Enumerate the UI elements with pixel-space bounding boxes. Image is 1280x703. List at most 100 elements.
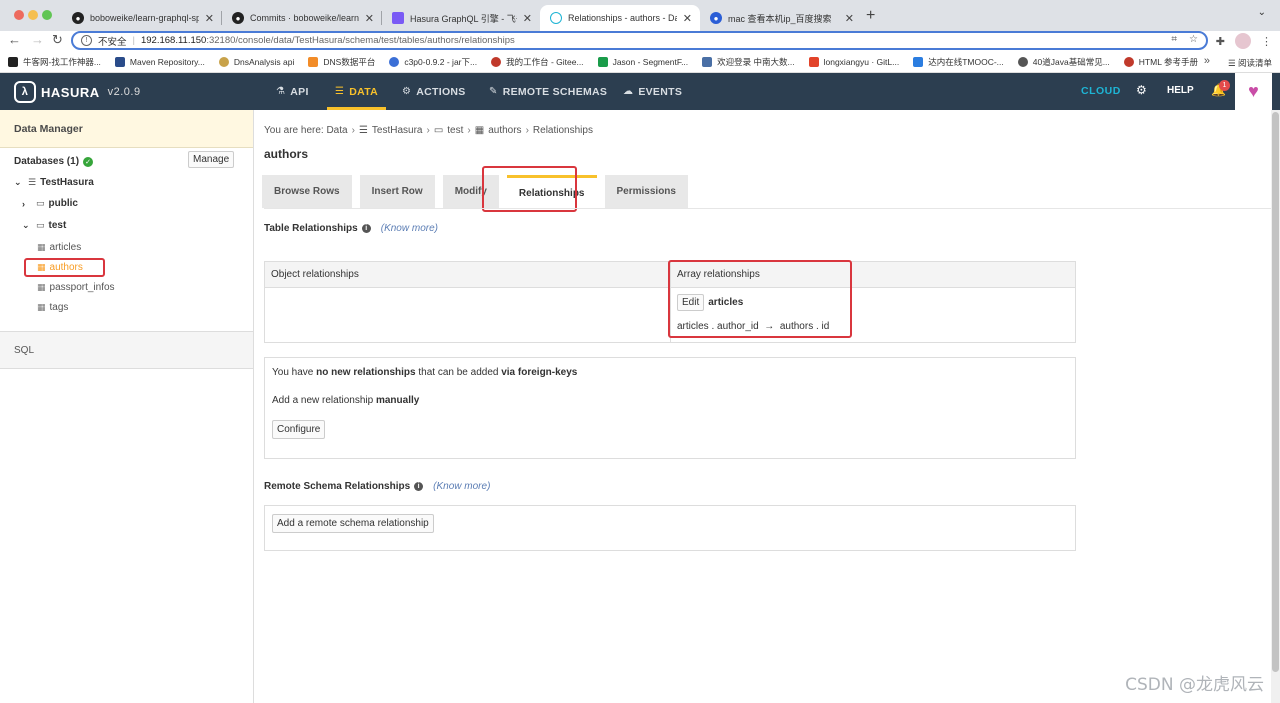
nav-remote-schemas[interactable]: ✎ REMOTE SCHEMAS: [489, 73, 607, 110]
bookmark[interactable]: longxiangyu · GitL...: [808, 56, 899, 67]
nav-actions[interactable]: ⚙ ACTIONS: [402, 73, 466, 110]
reading-list[interactable]: ☰ 阅读清单: [1228, 57, 1272, 69]
table-icon: ▦: [37, 302, 46, 312]
browser-tab[interactable]: ● boboweike/learn-graphql-sprin ✕: [62, 5, 222, 31]
minimize-window-button[interactable]: [28, 10, 38, 20]
settings-gear-icon[interactable]: ⚙: [1136, 83, 1147, 97]
configure-button[interactable]: Configure: [272, 420, 326, 439]
fk-message: You have no new relationships that can b…: [272, 367, 578, 378]
nav-data[interactable]: ☰ DATA: [327, 73, 387, 110]
highlight-relationships-tab: [482, 166, 577, 212]
bookmarks-bar: 牛客网-找工作神器... Maven Repository... DnsAnal…: [0, 51, 1280, 73]
cloud-icon: ☁: [623, 86, 634, 97]
github-icon: ●: [232, 12, 244, 24]
profile-avatar[interactable]: [1235, 33, 1251, 49]
new-tab-button[interactable]: +: [866, 7, 875, 25]
forward-icon[interactable]: →: [31, 32, 44, 47]
more-bookmarks-icon[interactable]: »: [1204, 55, 1210, 67]
browser-tab[interactable]: ● mac 查看本机ip_百度搜索 ✕: [700, 5, 862, 31]
url-input[interactable]: ! 不安全 | 192.168.11.150 :32180/console/da…: [71, 31, 1208, 50]
tab-insert-row[interactable]: Insert Row: [359, 175, 435, 208]
close-tab-icon[interactable]: ✕: [683, 12, 692, 25]
browser-tab-active[interactable]: Relationships - authors - Data ✕: [540, 5, 700, 31]
folder-open-icon: ▭: [36, 220, 45, 230]
bookmark[interactable]: 40道Java基础常见...: [1017, 56, 1110, 68]
bookmark-star-icon[interactable]: ☆: [1189, 34, 1198, 45]
reload-icon[interactable]: ↻: [52, 32, 63, 48]
tab-search-icon[interactable]: ⌄: [1258, 7, 1266, 18]
nav-events[interactable]: ☁ EVENTS: [623, 73, 682, 110]
bookmark[interactable]: 达内在线TMOOC-...: [913, 56, 1004, 68]
close-tab-icon[interactable]: ✕: [845, 12, 854, 25]
bookmark[interactable]: DNS数据平台: [308, 56, 375, 68]
maximize-window-button[interactable]: [42, 10, 52, 20]
main-content: You are here: Data › ☰ TestHasura › ▭ te…: [254, 110, 1280, 703]
security-label: 不安全: [98, 36, 127, 48]
tree-schema-public[interactable]: › ▭ public: [22, 198, 78, 209]
github-icon: ●: [72, 12, 84, 24]
warning-icon: !: [81, 35, 92, 46]
breadcrumb-schema[interactable]: test: [447, 125, 463, 136]
feishu-icon: [392, 12, 404, 24]
notification-bell-icon[interactable]: 🔔 1: [1211, 80, 1230, 97]
close-tab-icon[interactable]: ✕: [205, 12, 214, 25]
bookmark[interactable]: HTML 参考手册: [1123, 56, 1198, 68]
data-manager-header: Data Manager: [0, 110, 253, 148]
back-icon[interactable]: ←: [8, 32, 21, 47]
bookmark[interactable]: 牛客网-找工作神器...: [8, 56, 101, 68]
chevron-down-icon: ⌄: [14, 177, 22, 187]
bookmark[interactable]: DnsAnalysis api: [218, 56, 294, 67]
tree-database-testhasura[interactable]: ⌄ ☰ TestHasura: [14, 177, 94, 188]
tree-table-articles[interactable]: ▦ articles: [37, 242, 81, 253]
browser-menu-icon[interactable]: ⋮: [1261, 35, 1272, 48]
version-label: v2.0.9: [107, 86, 141, 98]
qr-code-icon[interactable]: ⌗: [1171, 34, 1177, 45]
page-title: authors: [264, 147, 309, 161]
tree-table-tags[interactable]: ▦ tags: [37, 302, 68, 313]
databases-label: Databases (1) ✓: [14, 156, 94, 167]
info-icon[interactable]: i: [414, 482, 424, 491]
nav-api[interactable]: ⚗ API: [276, 73, 309, 110]
watermark: CSDN @龙虎风云: [1125, 675, 1264, 695]
tab-permissions[interactable]: Permissions: [604, 175, 688, 208]
tab-title: boboweike/learn-graphql-sprin: [90, 13, 199, 23]
database-icon: ☰: [28, 177, 37, 187]
extensions-icon[interactable]: ✚: [1216, 35, 1225, 48]
page-scrollbar[interactable]: [1271, 110, 1280, 703]
hasura-logo[interactable]: λ HASURA v2.0.9: [14, 81, 141, 103]
bookmark[interactable]: Maven Repository...: [114, 56, 205, 67]
know-more-link[interactable]: (Know more): [381, 223, 438, 234]
breadcrumb-data[interactable]: You are here: Data: [264, 125, 348, 136]
check-circle-icon: ✓: [83, 156, 94, 167]
sidebar-sql-link[interactable]: SQL: [0, 331, 253, 369]
remote-schema-relationships-box: Add a remote schema relationship: [264, 505, 1076, 551]
browser-tab[interactable]: Hasura GraphQL 引擎 - 飞书云 ✕: [382, 5, 540, 31]
breadcrumb-table[interactable]: authors: [488, 125, 521, 136]
browser-tab[interactable]: ● Commits · boboweike/learn-gr ✕: [222, 5, 382, 31]
know-more-link[interactable]: (Know more): [433, 481, 490, 492]
breadcrumb-db[interactable]: TestHasura: [372, 125, 423, 136]
notification-badge: 1: [1219, 80, 1230, 91]
close-tab-icon[interactable]: ✕: [523, 12, 532, 25]
tab-browse-rows[interactable]: Browse Rows: [262, 175, 352, 208]
info-icon[interactable]: i: [361, 224, 371, 233]
close-tab-icon[interactable]: ✕: [365, 12, 374, 25]
bookmark[interactable]: c3p0-0.9.2 - jar下...: [389, 56, 477, 68]
manage-button[interactable]: Manage: [188, 151, 235, 168]
manual-relationship-message: Add a new relationship manually: [272, 395, 420, 406]
heart-icon[interactable]: ♥: [1235, 73, 1272, 110]
add-remote-schema-relationship-button[interactable]: Add a remote schema relationship: [272, 514, 434, 533]
close-window-button[interactable]: [14, 10, 24, 20]
breadcrumb-current: Relationships: [532, 125, 593, 136]
bookmark[interactable]: 我的工作台 - Gitee...: [491, 56, 584, 68]
sidebar: Data Manager Databases (1) ✓ Manage ⌄ ☰ …: [0, 110, 254, 703]
cogs-icon: ⚙: [402, 86, 412, 97]
cloud-link[interactable]: CLOUD: [1081, 85, 1121, 97]
hasura-top-nav: λ HASURA v2.0.9 ⚗ API ☰ DATA ⚙ ACTIONS ✎ REM…: [0, 73, 1280, 110]
help-menu[interactable]: HELP: [1167, 85, 1194, 96]
bookmark[interactable]: 欢迎登录 中南大数...: [702, 56, 795, 68]
tree-schema-test[interactable]: ⌄ ▭ test: [22, 220, 66, 231]
tree-table-passport-infos[interactable]: ▦ passport_infos: [37, 282, 115, 293]
bookmark[interactable]: Jason - SegmentF...: [597, 56, 688, 67]
baidu-icon: ●: [710, 12, 722, 24]
